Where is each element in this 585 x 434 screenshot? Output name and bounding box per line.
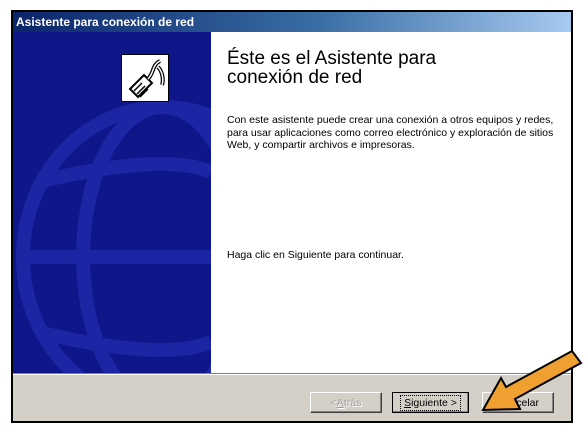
orange-arrow-icon (481, 349, 583, 412)
